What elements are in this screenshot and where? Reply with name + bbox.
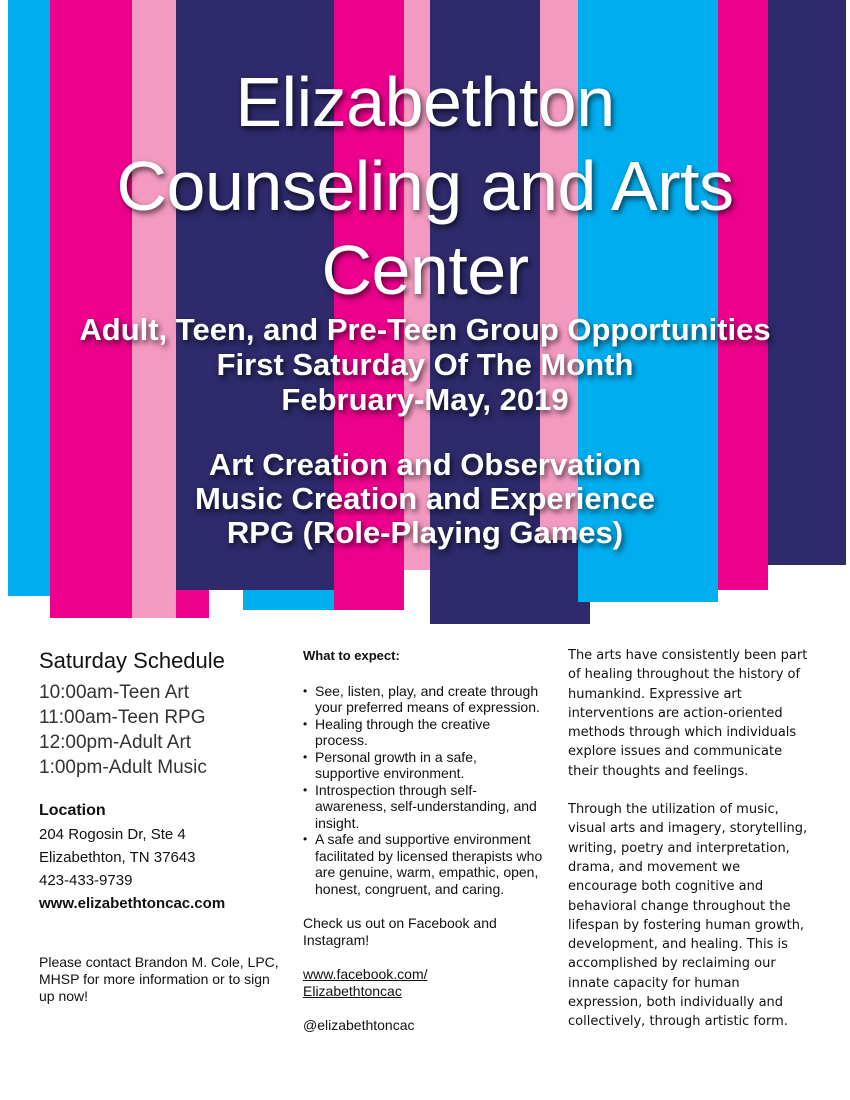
location-title: Location xyxy=(39,802,106,819)
instagram-handle: @elizabethtoncac xyxy=(303,1017,415,1033)
offerings: Art Creation and Observation Music Creat… xyxy=(0,448,850,550)
subtitle-line: Adult, Teen, and Pre-Teen Group Opportun… xyxy=(79,312,771,347)
address-line: 204 Rogosin Dr, Ste 4 xyxy=(39,826,186,843)
page-title: Elizabethton Counseling and Arts Center xyxy=(0,60,850,312)
offering-line: Music Creation and Experience xyxy=(195,481,655,516)
social-text: Check us out on Facebook and Instagram! xyxy=(303,915,497,948)
phone-number: 423-433-9739 xyxy=(39,872,133,889)
expect-column: What to expect: See, listen, play, and c… xyxy=(303,648,543,1034)
about-paragraph: Through the utilization of music, visual… xyxy=(568,802,808,1030)
facebook-link[interactable]: www.facebook.com/ Elizabethtoncac xyxy=(303,966,543,999)
schedule-item: 10:00am-Teen Art xyxy=(39,682,189,703)
schedule-item: 11:00am-Teen RPG xyxy=(39,707,206,728)
title-line: Center xyxy=(321,231,529,309)
subtitle: Adult, Teen, and Pre-Teen Group Opportun… xyxy=(0,312,850,417)
subtitle-line: February-May, 2019 xyxy=(281,382,569,417)
about-column: The arts have consistently been part of … xyxy=(568,646,813,1051)
schedule-column: Saturday Schedule 10:00am-Teen Art 11:00… xyxy=(39,648,289,912)
offering-line: RPG (Role-Playing Games) xyxy=(226,515,624,550)
schedule-item: 12:00pm-Adult Art xyxy=(39,732,192,753)
schedule-item: 1:00pm-Adult Music xyxy=(39,757,207,778)
address-line: Elizabethton, TN 37643 xyxy=(39,849,196,866)
facebook-link-line1: www.facebook.com/ xyxy=(303,966,428,982)
contact-text: Please contact Brandon M. Cole, LPC, MHS… xyxy=(39,954,279,1004)
schedule-title: Saturday Schedule xyxy=(39,648,225,673)
title-line: Counseling and Arts xyxy=(116,147,734,225)
list-item: Personal growth in a safe, supportive en… xyxy=(303,749,543,782)
subtitle-line: First Saturday Of The Month xyxy=(216,347,634,382)
expect-list: See, listen, play, and create through yo… xyxy=(303,683,543,898)
website-link[interactable]: www.elizabethtoncac.com xyxy=(39,895,289,912)
list-item: A safe and supportive environment facili… xyxy=(303,831,543,897)
list-item: Healing through the creative process. xyxy=(303,716,543,749)
expect-title: What to expect: xyxy=(303,648,400,663)
about-paragraph: The arts have consistently been part of … xyxy=(568,648,808,779)
list-item: See, listen, play, and create through yo… xyxy=(303,683,543,716)
title-line: Elizabethton xyxy=(235,63,615,141)
list-item: Introspection through self-awareness, se… xyxy=(303,782,543,832)
offering-line: Art Creation and Observation xyxy=(208,447,642,482)
facebook-link-line2: Elizabethtoncac xyxy=(303,982,402,999)
